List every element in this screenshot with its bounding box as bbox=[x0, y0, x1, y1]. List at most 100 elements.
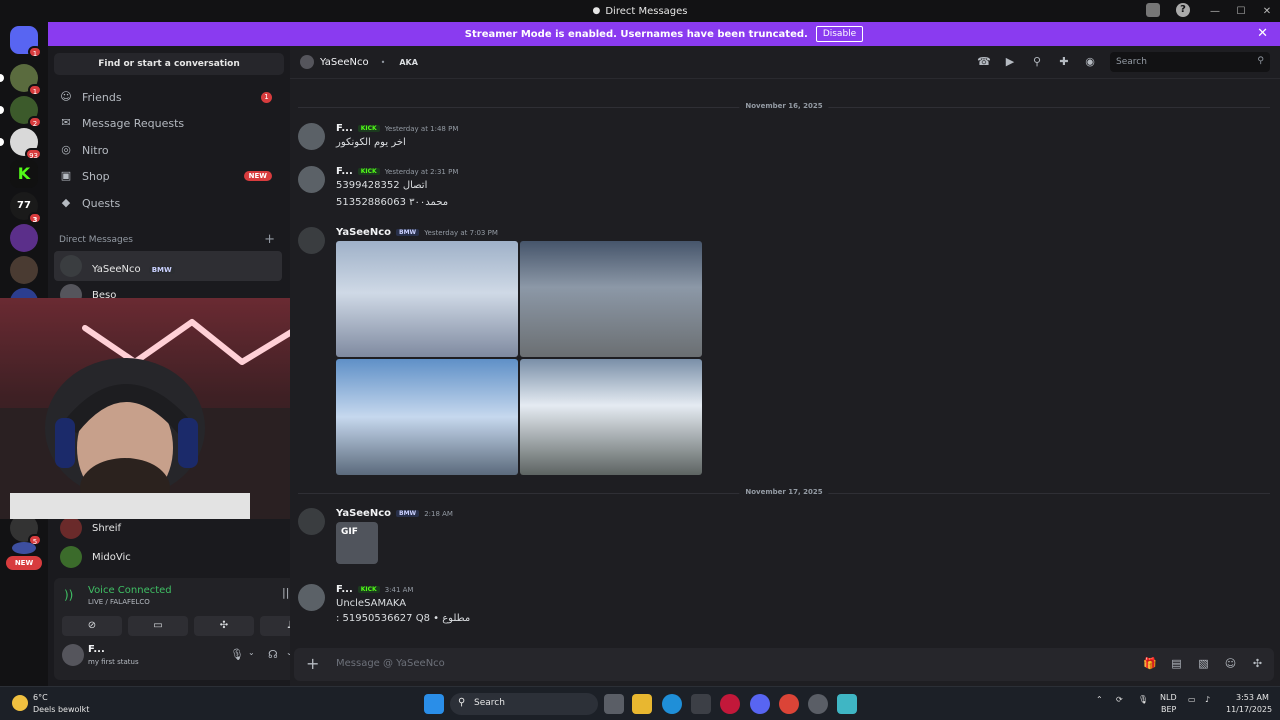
avatar[interactable] bbox=[62, 644, 84, 666]
message-author[interactable]: F... bbox=[336, 584, 353, 595]
window-title: Direct Messages bbox=[605, 5, 688, 17]
discord-taskbar-icon[interactable] bbox=[750, 694, 770, 714]
image-attachment[interactable] bbox=[336, 241, 518, 357]
edge-icon[interactable] bbox=[662, 694, 682, 714]
microphone-icon[interactable]: 🎙 bbox=[1138, 695, 1148, 704]
weather-desc[interactable]: Deels bewolkt bbox=[33, 705, 89, 714]
file-explorer-icon[interactable] bbox=[632, 694, 652, 714]
dm-item-yaseenco[interactable]: YaSeeNco BMW bbox=[54, 251, 282, 281]
composer-placeholder: Message @ YaSeeNco bbox=[336, 658, 445, 669]
screen-share-button[interactable]: ▭ bbox=[128, 616, 188, 636]
new-servers-pill[interactable]: NEW bbox=[6, 556, 42, 570]
avatar[interactable] bbox=[298, 508, 325, 535]
app-icon[interactable] bbox=[808, 694, 828, 714]
clock-date[interactable]: 11/17/2025 bbox=[1226, 705, 1272, 714]
home-badge: 1 bbox=[28, 46, 42, 58]
server-icon[interactable]: 77 3 bbox=[10, 192, 42, 224]
volume-icon[interactable]: ♪ bbox=[1205, 695, 1210, 704]
dm-item-midovic[interactable]: MidoVic bbox=[54, 542, 282, 572]
sync-icon[interactable]: ⟳ bbox=[1116, 695, 1123, 704]
nav-quests[interactable]: ◆ Quests bbox=[54, 191, 282, 215]
avatar[interactable] bbox=[298, 227, 325, 254]
microphone-icon[interactable]: 🎙 bbox=[230, 648, 244, 661]
message-time: Yesterday at 7:03 PM bbox=[424, 228, 498, 237]
voice-channel-name[interactable]: LIVE / FALAFELCO bbox=[88, 598, 150, 606]
gif-picker-icon[interactable]: ▤ bbox=[1170, 657, 1183, 670]
avatar[interactable] bbox=[298, 166, 325, 193]
activities-button[interactable]: ✣ bbox=[194, 616, 254, 636]
kick-badge: KICK bbox=[357, 586, 380, 593]
nav-friends[interactable]: ☺ Friends 1 bbox=[54, 85, 282, 109]
maximize-button[interactable]: ☐ bbox=[1228, 6, 1254, 17]
voice-connected-title[interactable]: Voice Connected bbox=[88, 585, 172, 596]
server-icon[interactable] bbox=[10, 256, 38, 284]
message-author[interactable]: F... bbox=[336, 123, 353, 134]
task-view-icon[interactable] bbox=[604, 694, 624, 714]
help-icon[interactable]: ? bbox=[1176, 3, 1190, 17]
streaming-app-icon[interactable] bbox=[837, 694, 857, 714]
camera-off-button[interactable]: ⊘ bbox=[62, 616, 122, 636]
emoji-icon[interactable]: ☺ bbox=[1224, 657, 1237, 670]
find-conversation-button[interactable]: Find or start a conversation bbox=[54, 53, 284, 75]
nav-label: Quests bbox=[82, 196, 121, 210]
webcam-overlay bbox=[0, 298, 323, 519]
clock-time[interactable]: 3:53 AM bbox=[1236, 693, 1269, 702]
video-call-icon[interactable]: ▶ bbox=[1003, 55, 1017, 69]
close-window-button[interactable]: ✕ bbox=[1254, 6, 1280, 17]
chrome-icon[interactable] bbox=[779, 694, 799, 714]
nav-message-requests[interactable]: ✉ Message Requests bbox=[54, 111, 282, 135]
weather-icon[interactable] bbox=[12, 695, 28, 711]
server-icon[interactable]: 2 bbox=[0, 96, 42, 128]
store-icon[interactable] bbox=[691, 694, 711, 714]
kick-server-icon[interactable]: K bbox=[10, 160, 38, 188]
message-author[interactable]: YaSeeNco bbox=[336, 227, 391, 238]
opera-icon[interactable] bbox=[720, 694, 740, 714]
image-attachment[interactable] bbox=[520, 241, 702, 357]
message-author[interactable]: F... bbox=[336, 166, 353, 177]
voice-call-icon[interactable]: ☎ bbox=[977, 55, 991, 69]
dm-name: YaSeeNco bbox=[92, 263, 141, 275]
disable-streamer-mode-button[interactable]: Disable bbox=[815, 26, 864, 42]
headphones-icon[interactable]: ☊ bbox=[268, 648, 278, 661]
server-icon[interactable]: 93 bbox=[0, 128, 42, 160]
nav-label: Friends bbox=[82, 90, 122, 104]
language-label[interactable]: NLD bbox=[1160, 693, 1177, 702]
server-icon[interactable]: 1 bbox=[0, 64, 42, 96]
server-icon[interactable] bbox=[12, 542, 36, 554]
message-composer[interactable]: + Message @ YaSeeNco 🎁 ▤ ▧ ☺ ✣ bbox=[294, 648, 1274, 681]
search-input[interactable]: Search ⚲ bbox=[1110, 52, 1270, 72]
network-icon[interactable]: ▭ bbox=[1188, 695, 1196, 704]
apps-icon[interactable]: ✣ bbox=[1251, 657, 1264, 670]
message-header: YaSeeNco BMW Yesterday at 7:03 PM bbox=[336, 227, 498, 238]
gif-attachment[interactable]: GIF bbox=[336, 522, 378, 564]
avatar[interactable] bbox=[298, 584, 325, 611]
close-banner-icon[interactable]: ✕ bbox=[1257, 26, 1268, 41]
inbox-icon[interactable] bbox=[1146, 3, 1160, 17]
taskbar-search[interactable]: ⚲ Search bbox=[450, 693, 598, 715]
pin-icon[interactable]: ⚲ bbox=[1030, 55, 1044, 69]
windows-taskbar: 6°C Deels bewolkt ⚲ Search ⌃ ⟳ 🎙 NLD BEP… bbox=[0, 686, 1280, 720]
home-discord-icon[interactable]: 1 bbox=[10, 26, 42, 58]
gift-icon[interactable]: 🎁 bbox=[1143, 657, 1157, 670]
date-divider: November 16, 2025 bbox=[298, 102, 1270, 110]
create-dm-icon[interactable]: + bbox=[264, 232, 275, 247]
image-attachment[interactable] bbox=[520, 359, 702, 475]
message-author[interactable]: YaSeeNco bbox=[336, 508, 391, 519]
minimize-button[interactable]: — bbox=[1202, 6, 1228, 17]
upload-plus-icon[interactable]: + bbox=[306, 654, 319, 673]
chevron-down-icon[interactable]: ⌄ bbox=[248, 648, 255, 657]
keyboard-layout-label[interactable]: BEP bbox=[1161, 705, 1176, 714]
nav-nitro[interactable]: ◎ Nitro bbox=[54, 138, 282, 162]
header-dot: • bbox=[380, 57, 386, 67]
sticker-icon[interactable]: ▧ bbox=[1197, 657, 1210, 670]
start-windows-icon[interactable] bbox=[424, 694, 444, 714]
weather-temp[interactable]: 6°C bbox=[33, 693, 48, 702]
add-friends-icon[interactable]: ✚ bbox=[1057, 55, 1071, 69]
avatar[interactable] bbox=[298, 123, 325, 150]
user-profile-icon[interactable]: ◉ bbox=[1083, 55, 1097, 69]
chevron-up-icon[interactable]: ⌃ bbox=[1096, 695, 1103, 704]
dm-window-icon: ● bbox=[592, 6, 601, 16]
server-icon[interactable] bbox=[10, 224, 38, 252]
nav-shop[interactable]: ▣ Shop NEW bbox=[54, 164, 282, 188]
image-attachment[interactable] bbox=[336, 359, 518, 475]
